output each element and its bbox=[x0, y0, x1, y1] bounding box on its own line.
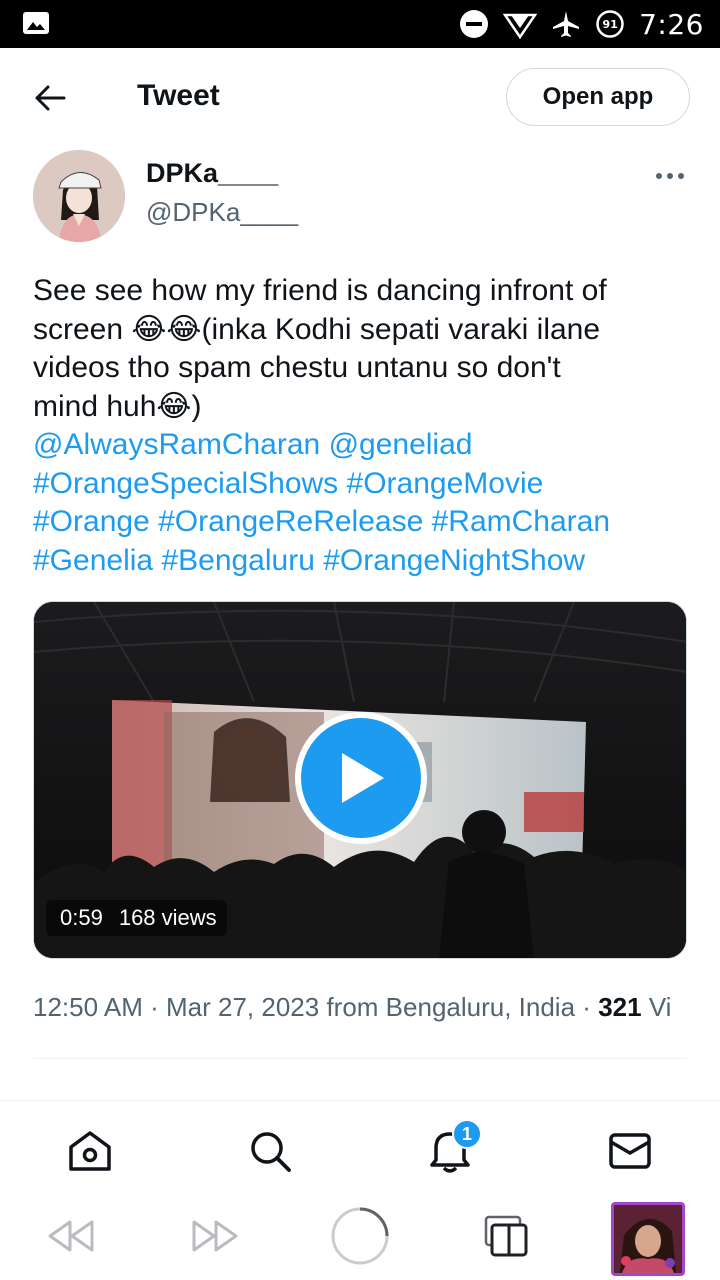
clock: 7:26 bbox=[639, 7, 704, 41]
search-icon bbox=[251, 1132, 291, 1172]
tweet-meta: 12:50 AM · Mar 27, 2023 from Bengaluru, … bbox=[33, 992, 671, 1023]
tweet-location: from Bengaluru, India bbox=[326, 992, 576, 1022]
hashtag-link[interactable]: #RamCharan bbox=[432, 505, 610, 538]
tweet-date[interactable]: Mar 27, 2023 bbox=[166, 992, 319, 1022]
messages-icon bbox=[609, 1133, 651, 1169]
browser-toolbar bbox=[0, 1196, 720, 1280]
divider bbox=[33, 1058, 687, 1059]
hashtag-link[interactable]: #OrangeSpecialShows bbox=[33, 467, 338, 500]
hashtag-link[interactable]: #Bengaluru bbox=[161, 544, 314, 577]
loading-spinner-icon bbox=[331, 1207, 389, 1265]
hashtag-link[interactable]: #OrangeMovie bbox=[347, 467, 544, 500]
rewind-button[interactable] bbox=[40, 1206, 100, 1266]
views-label: Vi bbox=[648, 992, 672, 1022]
tweet-text-line: screen 😂😂(inka Kodhi sepati varaki ilane bbox=[33, 312, 601, 346]
views-count: 321 bbox=[598, 992, 642, 1022]
profile-thumbnail[interactable] bbox=[611, 1202, 685, 1276]
image-icon bbox=[23, 12, 49, 34]
video-duration: 0:59 bbox=[60, 905, 103, 930]
hashtag-link[interactable]: #OrangeReRelease bbox=[158, 505, 423, 538]
video-views: 168 views bbox=[118, 905, 217, 930]
meta-separator: · bbox=[582, 992, 591, 1022]
tweet-text-line: mind huh😂) bbox=[33, 389, 202, 423]
loading-button[interactable] bbox=[330, 1206, 390, 1266]
play-icon bbox=[342, 753, 384, 803]
play-button[interactable] bbox=[295, 712, 427, 844]
author-handle[interactable]: @DPKa____ bbox=[146, 197, 298, 228]
fast-forward-button[interactable] bbox=[186, 1206, 246, 1266]
tweet-text-line: See see how my friend is dancing infront… bbox=[33, 274, 607, 307]
page-title: Tweet bbox=[137, 79, 220, 112]
back-button[interactable] bbox=[30, 80, 70, 116]
home-icon bbox=[69, 1131, 111, 1171]
open-app-button[interactable]: Open app bbox=[506, 68, 690, 126]
avatar-illustration bbox=[33, 150, 125, 242]
tabs-button[interactable] bbox=[476, 1206, 536, 1266]
rewind-icon bbox=[48, 1220, 94, 1252]
more-horizontal-icon bbox=[656, 173, 684, 179]
tabs-icon bbox=[484, 1215, 528, 1257]
signal-icon bbox=[503, 13, 538, 39]
tweet-text-line: videos tho spam chestu untanu so don't bbox=[33, 351, 561, 384]
do-not-disturb-icon bbox=[460, 10, 489, 38]
tweet-time[interactable]: 12:50 AM bbox=[33, 992, 143, 1022]
avatar[interactable] bbox=[33, 150, 125, 242]
battery-level: 91 bbox=[602, 17, 618, 31]
hashtag-link[interactable]: #Orange bbox=[33, 505, 150, 538]
video-info-overlay: 0:59 168 views bbox=[46, 900, 227, 936]
tab-messages[interactable] bbox=[606, 1127, 654, 1175]
tab-home[interactable] bbox=[66, 1127, 114, 1175]
battery-icon: 91 bbox=[595, 9, 625, 39]
author-name[interactable]: DPKa____ bbox=[146, 158, 278, 189]
arrow-left-icon bbox=[35, 85, 66, 111]
header: Tweet Open app bbox=[0, 48, 720, 146]
video-player[interactable]: 0:59 168 views bbox=[33, 601, 687, 959]
tab-search[interactable] bbox=[246, 1127, 294, 1175]
mention-link[interactable]: @geneliad bbox=[329, 428, 473, 461]
status-bar: 91 7:26 bbox=[0, 0, 720, 48]
meta-separator: · bbox=[150, 992, 159, 1022]
tweet-text: See see how my friend is dancing infront… bbox=[33, 272, 693, 580]
thumbnail-image bbox=[614, 1205, 682, 1273]
more-options-button[interactable] bbox=[650, 158, 690, 194]
airplane-icon bbox=[553, 11, 580, 37]
hashtag-link[interactable]: #Genelia bbox=[33, 544, 153, 577]
bottom-tab-bar: 1 bbox=[0, 1100, 720, 1196]
fast-forward-icon bbox=[192, 1220, 238, 1252]
notification-badge: 1 bbox=[452, 1119, 482, 1149]
mention-link[interactable]: @AlwaysRamCharan bbox=[33, 428, 320, 461]
hashtag-link[interactable]: #OrangeNightShow bbox=[323, 544, 585, 577]
